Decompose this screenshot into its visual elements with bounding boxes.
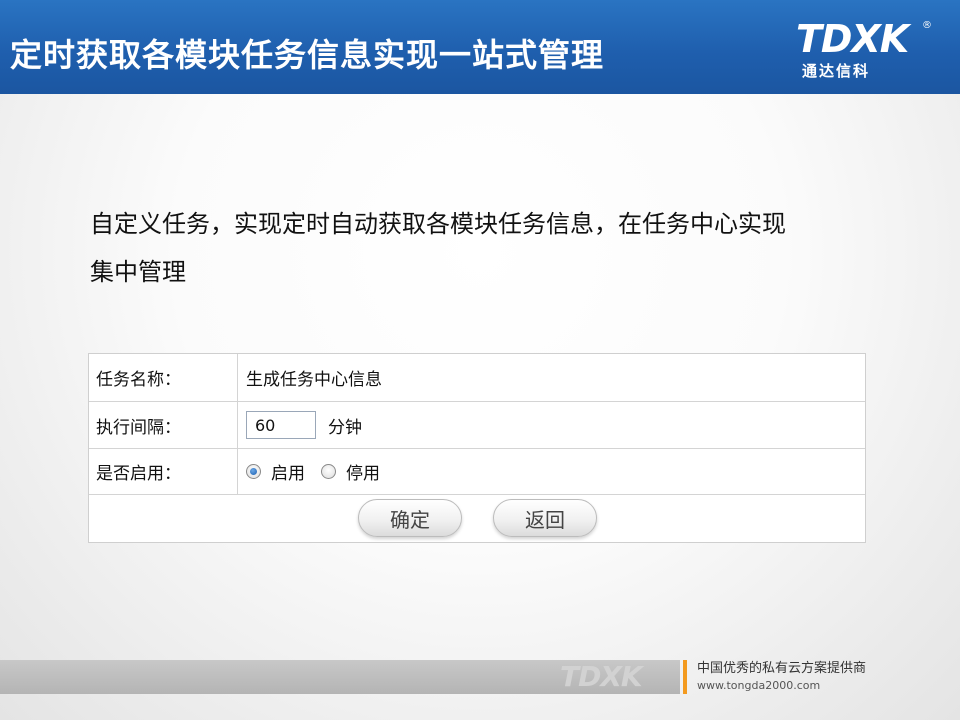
disable-radio[interactable]: 停用 xyxy=(321,459,380,484)
enabled-row: 是否启用： 启用 停用 xyxy=(89,449,865,495)
footer-logo-watermark: TDXK xyxy=(560,660,643,693)
footer-slogan: 中国优秀的私有云方案提供商 xyxy=(697,661,867,676)
task-name-row: 任务名称： 生成任务中心信息 xyxy=(89,354,865,402)
task-name-value: 生成任务中心信息 xyxy=(246,370,382,390)
footer-url: www.tongda2000.com xyxy=(697,679,821,692)
enabled-label: 是否启用： xyxy=(89,449,238,494)
interval-unit: 分钟 xyxy=(328,417,362,438)
task-settings-form: 任务名称： 生成任务中心信息 执行间隔： 分钟 是否启用： 启用 停用 确定 返… xyxy=(88,353,866,543)
confirm-button[interactable]: 确定 xyxy=(358,499,462,537)
form-actions-row: 确定 返回 xyxy=(89,495,865,543)
interval-cell: 分钟 xyxy=(246,402,865,448)
interval-input[interactable] xyxy=(246,411,316,439)
interval-label: 执行间隔： xyxy=(89,402,238,448)
enable-radio[interactable]: 启用 xyxy=(246,459,305,484)
radio-checked-icon[interactable] xyxy=(246,464,261,479)
radio-unchecked-icon[interactable] xyxy=(321,464,336,479)
feature-description: 自定义任务，实现定时自动获取各模块任务信息，在任务中心实现 集中管理 xyxy=(90,200,890,296)
description-line-2: 集中管理 xyxy=(90,258,186,286)
enable-radio-label: 启用 xyxy=(271,464,305,484)
interval-row: 执行间隔： 分钟 xyxy=(89,402,865,449)
slide-header: 定时获取各模块任务信息实现一站式管理 TDXK ® 通达信科 xyxy=(0,0,960,94)
logo-chinese-name: 通达信科 xyxy=(802,62,871,80)
description-line-1: 自定义任务，实现定时自动获取各模块任务信息，在任务中心实现 xyxy=(90,210,786,238)
registered-mark: ® xyxy=(922,20,932,31)
company-logo: TDXK ® 通达信科 xyxy=(796,17,936,80)
footer-accent-bar xyxy=(683,660,687,694)
logo-mark: TDXK xyxy=(796,17,909,61)
enabled-options: 启用 停用 xyxy=(246,449,865,494)
back-button[interactable]: 返回 xyxy=(493,499,597,537)
slide-title: 定时获取各模块任务信息实现一站式管理 xyxy=(10,36,605,74)
disable-radio-label: 停用 xyxy=(346,464,380,484)
task-name-label: 任务名称： xyxy=(89,354,238,401)
